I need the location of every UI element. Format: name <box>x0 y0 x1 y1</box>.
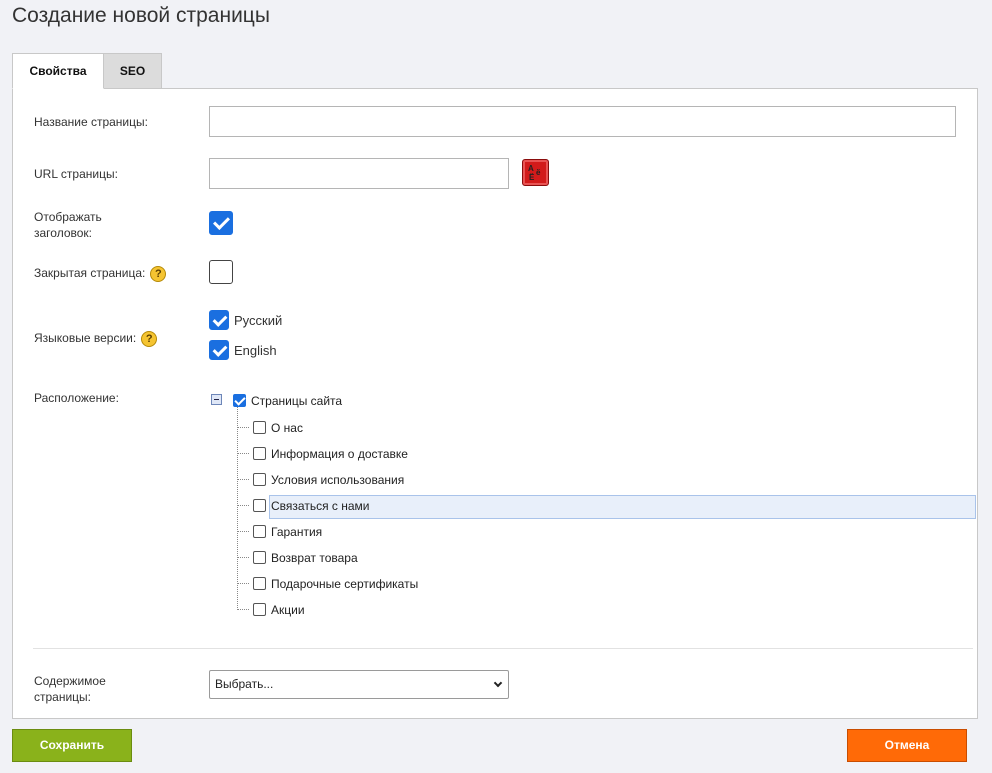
languages-label: Языковые версии:? <box>34 330 158 347</box>
tree-connector <box>237 479 249 480</box>
content-label: Содержимое страницы: <box>34 674 106 704</box>
content-select[interactable]: Выбрать... <box>209 670 509 699</box>
tree-connector <box>237 427 249 428</box>
closed-page-label: Закрытая страница:? <box>34 265 167 282</box>
location-label: Расположение: <box>34 391 119 405</box>
tree-item-label[interactable]: Подарочные сертификаты <box>270 576 419 592</box>
content-select-value: Выбрать... <box>215 677 274 691</box>
tab-properties[interactable]: Свойства <box>12 53 104 89</box>
help-icon[interactable]: ? <box>141 330 158 347</box>
tree-collapse-icon[interactable] <box>211 394 222 405</box>
tree-item-label[interactable]: Возврат товара <box>270 550 359 566</box>
divider <box>33 648 973 649</box>
tree-root-label[interactable]: Страницы сайта <box>251 394 342 408</box>
language-en-checkbox[interactable] <box>209 340 229 360</box>
properties-panel: Название страницы: URL страницы: A ё Ё О… <box>12 88 978 719</box>
language-ru-checkbox[interactable] <box>209 310 229 330</box>
tree-item-checkbox[interactable] <box>253 499 266 512</box>
show-title-label: Отображать заголовок: <box>34 210 102 240</box>
selection-highlight <box>269 495 976 519</box>
translit-icon[interactable]: A ё Ё <box>522 159 549 186</box>
page-url-label: URL страницы: <box>34 167 118 181</box>
tree-item-checkbox[interactable] <box>253 525 266 538</box>
show-title-checkbox[interactable] <box>209 211 233 235</box>
tree-root-checkbox[interactable] <box>233 394 246 407</box>
tab-bar: Свойства SEO <box>12 53 162 89</box>
tree-item-checkbox[interactable] <box>253 603 266 616</box>
chevron-down-icon <box>493 678 503 688</box>
save-button[interactable]: Сохранить <box>12 729 132 762</box>
tree-connector <box>237 557 249 558</box>
tree-item-checkbox[interactable] <box>253 473 266 486</box>
tree-item-checkbox[interactable] <box>253 577 266 590</box>
tree-connector <box>237 583 249 584</box>
closed-page-checkbox[interactable] <box>209 260 233 284</box>
tree-connector <box>237 531 249 532</box>
page-name-label: Название страницы: <box>34 115 148 129</box>
language-en-label: English <box>234 343 277 358</box>
cancel-button[interactable]: Отмена <box>847 729 967 762</box>
tree-item-label[interactable]: Информация о доставке <box>270 446 409 462</box>
tree-connector <box>237 407 238 610</box>
page-name-input[interactable] <box>209 106 956 137</box>
help-icon[interactable]: ? <box>150 265 167 282</box>
tree-item-label[interactable]: Акции <box>270 602 306 618</box>
tree-item-checkbox[interactable] <box>253 447 266 460</box>
language-ru-label: Русский <box>234 313 283 328</box>
tree-connector <box>237 609 249 610</box>
tree-connector <box>237 453 249 454</box>
tree-item-checkbox[interactable] <box>253 551 266 564</box>
tree-item-label[interactable]: Связаться с нами <box>270 498 370 514</box>
tree-item-label[interactable]: Гарантия <box>270 524 323 540</box>
tree-item-label[interactable]: О нас <box>270 420 304 436</box>
tree-item-label[interactable]: Условия использования <box>270 472 405 488</box>
tree-item-checkbox[interactable] <box>253 421 266 434</box>
tab-seo[interactable]: SEO <box>104 53 162 89</box>
tree-connector <box>237 505 249 506</box>
page-url-input[interactable] <box>209 158 509 189</box>
page-title: Создание новой страницы <box>12 4 270 27</box>
